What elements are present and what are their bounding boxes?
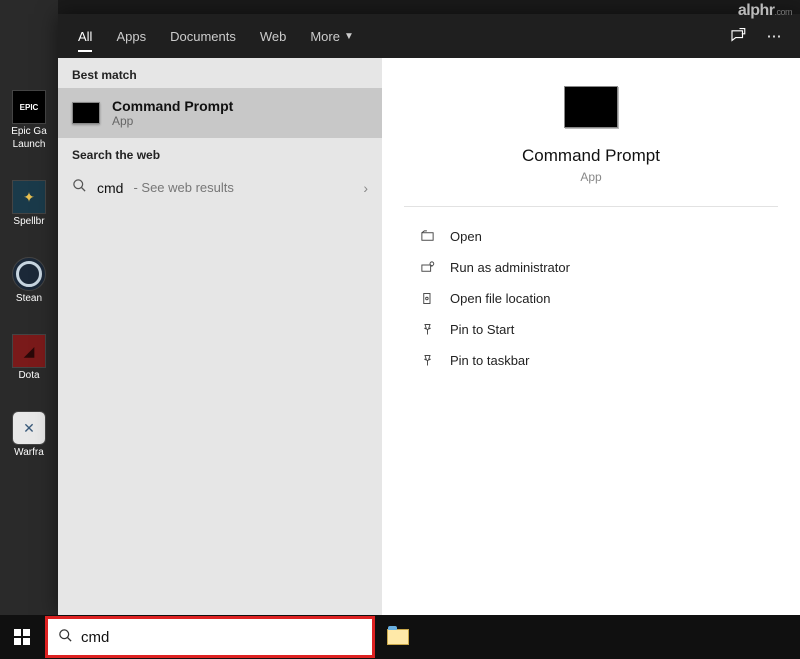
tab-documents[interactable]: Documents bbox=[158, 14, 248, 58]
dota-icon: ◢ bbox=[12, 334, 46, 368]
ellipsis-icon: ⋯ bbox=[767, 27, 782, 45]
web-query-rest: - See web results bbox=[133, 180, 233, 195]
tab-label: More bbox=[310, 29, 340, 44]
action-label: Run as administrator bbox=[450, 260, 570, 275]
action-run-as-admin[interactable]: Run as administrator bbox=[382, 252, 800, 283]
desktop: EPIC Epic Ga Launch ✦ Spellbr Stean ◢ Do… bbox=[0, 0, 58, 615]
pin-icon bbox=[418, 322, 436, 337]
action-pin-to-start[interactable]: Pin to Start bbox=[382, 314, 800, 345]
preview-subtitle: App bbox=[580, 170, 601, 184]
action-open-file-location[interactable]: Open file location bbox=[382, 283, 800, 314]
tab-label: Web bbox=[260, 29, 287, 44]
desktop-icon-dota[interactable]: ◢ Dota bbox=[6, 334, 52, 381]
search-input[interactable] bbox=[81, 629, 362, 646]
admin-icon bbox=[418, 260, 436, 275]
result-text: Command Prompt App bbox=[112, 98, 233, 128]
search-panel: All Apps Documents Web More ▼ ⋯ Best matc… bbox=[58, 14, 800, 615]
open-icon bbox=[418, 229, 436, 244]
action-label: Open file location bbox=[450, 291, 550, 306]
tab-label: Apps bbox=[116, 29, 146, 44]
search-body: Best match Command Prompt App Search the… bbox=[58, 58, 800, 615]
desktop-icon-label: Epic Ga bbox=[6, 126, 52, 137]
tab-more[interactable]: More ▼ bbox=[298, 14, 366, 58]
options-button[interactable]: ⋯ bbox=[756, 18, 792, 54]
desktop-icon-label: Dota bbox=[6, 370, 52, 381]
tab-label: All bbox=[78, 29, 92, 44]
taskbar bbox=[0, 615, 800, 659]
steam-icon bbox=[12, 257, 46, 291]
search-web-heading: Search the web bbox=[58, 138, 382, 168]
start-button[interactable] bbox=[0, 615, 44, 659]
file-explorer-icon bbox=[387, 629, 409, 645]
watermark: alphr.com bbox=[738, 2, 792, 20]
watermark-brand: alphr bbox=[738, 2, 775, 19]
desktop-icon-steam[interactable]: Stean bbox=[6, 257, 52, 304]
desktop-icon-label: Launch bbox=[6, 139, 52, 150]
chevron-right-icon: › bbox=[363, 180, 368, 196]
taskbar-search-box[interactable] bbox=[48, 619, 372, 655]
preview-actions: Open Run as administrator Open file loca… bbox=[382, 207, 800, 390]
action-label: Pin to Start bbox=[450, 322, 514, 337]
best-match-result[interactable]: Command Prompt App bbox=[58, 88, 382, 138]
preview-title: Command Prompt bbox=[522, 146, 660, 166]
desktop-icon-spellbreak[interactable]: ✦ Spellbr bbox=[6, 180, 52, 227]
tab-apps[interactable]: Apps bbox=[104, 14, 158, 58]
spellbreak-icon: ✦ bbox=[12, 180, 46, 214]
search-icon bbox=[72, 178, 87, 197]
result-subtitle: App bbox=[112, 114, 233, 128]
chevron-down-icon: ▼ bbox=[344, 31, 354, 42]
taskbar-file-explorer[interactable] bbox=[376, 615, 420, 659]
epic-games-icon: EPIC bbox=[12, 90, 46, 124]
command-prompt-icon bbox=[564, 86, 618, 128]
desktop-icon-label: Stean bbox=[6, 293, 52, 304]
action-pin-to-taskbar[interactable]: Pin to taskbar bbox=[382, 345, 800, 376]
desktop-icon-epic[interactable]: EPIC Epic Ga Launch bbox=[6, 90, 52, 150]
result-title: Command Prompt bbox=[112, 98, 233, 114]
tab-label: Documents bbox=[170, 29, 236, 44]
pin-icon bbox=[418, 353, 436, 368]
desktop-icon-label: Spellbr bbox=[6, 216, 52, 227]
warframe-icon: ✕ bbox=[12, 411, 46, 445]
action-label: Pin to taskbar bbox=[450, 353, 530, 368]
command-prompt-icon bbox=[72, 102, 100, 124]
action-open[interactable]: Open bbox=[382, 221, 800, 252]
web-query-text: cmd bbox=[97, 180, 123, 196]
windows-logo-icon bbox=[14, 629, 30, 645]
preview-header: Command Prompt App bbox=[382, 58, 800, 206]
web-search-result[interactable]: cmd - See web results › bbox=[58, 168, 382, 207]
desktop-icon-label: Warfra bbox=[6, 447, 52, 458]
chat-icon bbox=[729, 27, 747, 45]
best-match-heading: Best match bbox=[58, 58, 382, 88]
results-column: Best match Command Prompt App Search the… bbox=[58, 58, 382, 615]
preview-column: Command Prompt App Open Run as administr… bbox=[382, 58, 800, 615]
search-tabs: All Apps Documents Web More ▼ ⋯ bbox=[58, 14, 800, 58]
watermark-suffix: .com bbox=[774, 7, 792, 17]
action-label: Open bbox=[450, 229, 482, 244]
tab-web[interactable]: Web bbox=[248, 14, 299, 58]
desktop-icon-warframe[interactable]: ✕ Warfra bbox=[6, 411, 52, 458]
tab-all[interactable]: All bbox=[66, 14, 104, 58]
feedback-button[interactable] bbox=[720, 18, 756, 54]
search-icon bbox=[58, 628, 73, 647]
folder-icon bbox=[418, 291, 436, 306]
